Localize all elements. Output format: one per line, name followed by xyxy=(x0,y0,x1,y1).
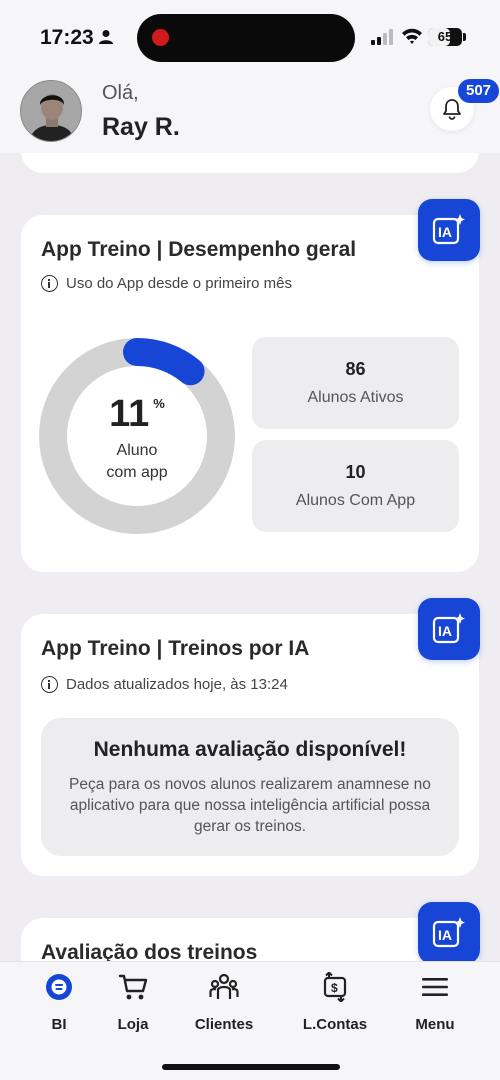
avatar-image xyxy=(21,81,81,141)
donut-value: 11% xyxy=(38,393,236,436)
ai-icon: IA xyxy=(432,613,465,644)
card-title: App Treino | Desempenho geral xyxy=(41,238,357,261)
header: Olá, Ray R. xyxy=(0,75,500,153)
person-icon xyxy=(99,30,113,44)
wifi-icon xyxy=(402,28,422,44)
accounts-icon: $ xyxy=(323,972,347,1002)
previous-card xyxy=(21,153,479,173)
donut-chart xyxy=(39,338,235,534)
clients-icon xyxy=(209,973,239,999)
status-time: 17:23 xyxy=(40,26,94,49)
donut-unit: % xyxy=(153,396,165,411)
menu-icon xyxy=(422,978,448,996)
donut-number: 11 xyxy=(109,393,150,435)
battery-tip xyxy=(463,33,466,41)
bell-icon xyxy=(443,99,461,120)
avatar[interactable] xyxy=(20,80,82,142)
bi-icon xyxy=(46,974,72,1000)
stat-students-with-app: 10 Alunos Com App xyxy=(252,440,459,532)
svg-text:$: $ xyxy=(331,981,338,995)
status-bar: 17:23 65 xyxy=(0,0,500,75)
nav-label: Menu xyxy=(415,1016,455,1033)
nav-label: L.Contas xyxy=(302,1016,368,1033)
stat-value: 10 xyxy=(345,462,366,482)
info-line: Dados atualizados hoje, às 13:24 xyxy=(41,676,288,693)
ai-icon: IA xyxy=(432,917,465,948)
card-title: App Treino | Treinos por IA xyxy=(41,637,310,660)
nav-item-loja[interactable]: Loja xyxy=(88,972,178,1033)
home-indicator xyxy=(162,1064,340,1070)
stat-value: 86 xyxy=(345,359,366,379)
signal-icon xyxy=(371,29,393,45)
info-icon xyxy=(41,275,58,292)
performance-card: App Treino | Desempenho geral Uso do App… xyxy=(21,215,479,572)
svg-text:IA: IA xyxy=(438,623,452,639)
svg-text:IA: IA xyxy=(438,224,452,240)
ia-button-evaluation[interactable]: IA xyxy=(418,902,480,961)
greeting-text: Olá, xyxy=(102,82,139,104)
bottom-nav: BI Loja Clientes $ L.Contas Menu xyxy=(0,961,500,1080)
stat-label: Alunos Ativos xyxy=(307,389,404,406)
battery-text: 65 xyxy=(437,29,453,44)
info-text: Dados atualizados hoje, às 13:24 xyxy=(66,676,288,693)
stat-label: Alunos Com App xyxy=(295,492,416,509)
donut-label: Aluno com app xyxy=(38,440,236,484)
nav-item-clientes[interactable]: Clientes xyxy=(179,972,269,1033)
nav-label: Clientes xyxy=(194,1016,254,1033)
user-name: Ray R. xyxy=(102,113,180,141)
empty-state-title: Nenhuma avaliação disponível! xyxy=(93,738,407,761)
cart-icon xyxy=(118,974,148,1000)
card-title: Avaliação dos treinos xyxy=(41,941,258,961)
app-usage-donut: 11% Aluno com app xyxy=(38,337,236,535)
donut-label-line2: com app xyxy=(106,464,168,481)
empty-state-text: Peça para os novos alunos realizarem ana… xyxy=(69,776,431,835)
svg-text:IA: IA xyxy=(438,927,452,943)
nav-item-menu[interactable]: Menu xyxy=(390,972,480,1033)
ia-button-performance[interactable]: IA xyxy=(418,199,480,261)
dynamic-island xyxy=(137,14,355,62)
battery-icon: 65 xyxy=(428,28,462,46)
info-line: Uso do App desde o primeiro mês xyxy=(41,275,292,292)
donut-label-line1: Aluno xyxy=(116,442,158,459)
ai-workouts-card: App Treino | Treinos por IA Dados atuali… xyxy=(21,614,479,876)
nav-label: Loja xyxy=(117,1016,149,1033)
ia-button-ai-workouts[interactable]: IA xyxy=(418,598,480,660)
ai-icon: IA xyxy=(432,214,465,245)
info-text: Uso do App desde o primeiro mês xyxy=(66,275,292,292)
info-icon xyxy=(41,676,58,693)
notification-badge: 507 xyxy=(458,79,500,103)
stat-active-students: 86 Alunos Ativos xyxy=(252,337,459,429)
nav-item-lcontas[interactable]: $ L.Contas xyxy=(290,972,380,1033)
dashboard-scroll[interactable]: App Treino | Desempenho geral Uso do App… xyxy=(0,153,500,961)
empty-state: Nenhuma avaliação disponível! Peça para … xyxy=(41,718,459,856)
evaluation-card: Avaliação dos treinos xyxy=(21,918,479,961)
recording-indicator xyxy=(152,29,169,46)
